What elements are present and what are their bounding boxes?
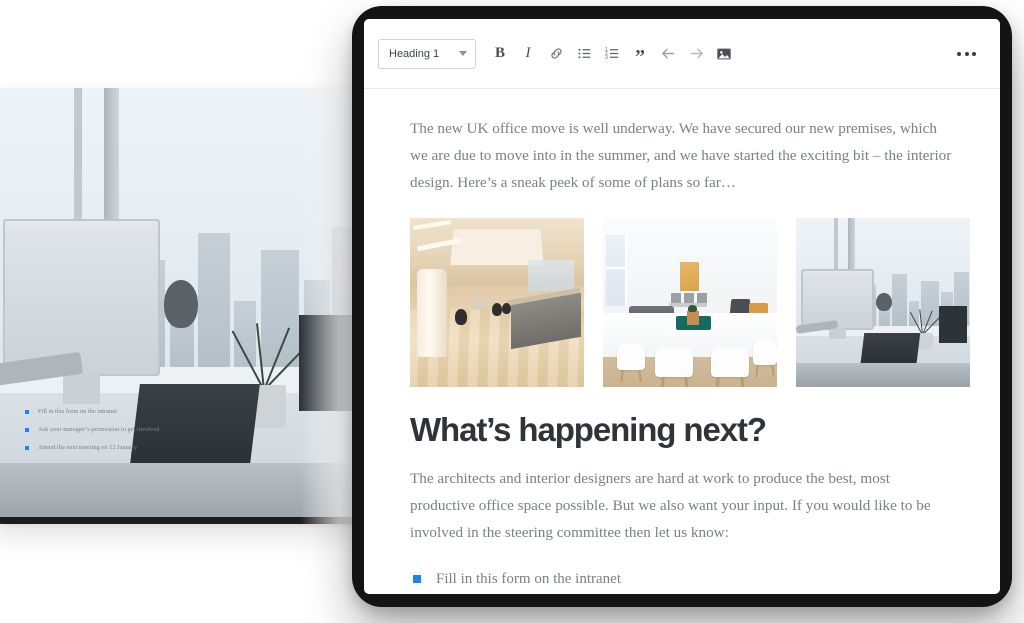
bold-button[interactable]: B bbox=[486, 39, 514, 69]
doc-body-paragraph: The architects and interior designers ar… bbox=[410, 470, 931, 542]
doc-section-heading: What’s happening next? bbox=[410, 411, 767, 449]
editor-canvas[interactable]: The new UK office move is well underway.… bbox=[364, 89, 1000, 594]
doc-bullet-list: Fill in this form on the intranet Ask yo… bbox=[410, 568, 954, 594]
doc-intro-paragraph: The new UK office move is well underway.… bbox=[410, 120, 952, 192]
undo-button[interactable] bbox=[654, 39, 682, 69]
blockquote-button[interactable]: ” bbox=[626, 39, 654, 69]
bullet-list-button[interactable] bbox=[570, 39, 598, 69]
insert-image-button[interactable] bbox=[710, 39, 738, 69]
bg-image-desk bbox=[0, 88, 366, 524]
numbered-list-button[interactable]: 1 2 3 bbox=[598, 39, 626, 69]
doc-image-lobby[interactable] bbox=[410, 218, 584, 388]
link-button[interactable] bbox=[542, 39, 570, 69]
bg-bullet-list: Fill in this form on the intranet Ask yo… bbox=[24, 408, 352, 453]
list-item[interactable]: Fill in this form on the intranet bbox=[410, 568, 954, 591]
editor-screen: Heading 1 B I 1 2 3 ” The new UK office … bbox=[364, 19, 1000, 594]
background-intranet-window: ink People & Places ▾ What's New ▾ Contr… bbox=[0, 88, 366, 524]
list-item: Attend the next meeting on 12 January bbox=[24, 444, 352, 453]
list-item: Ask your manager’s permission to get inv… bbox=[24, 426, 352, 435]
doc-image-meeting-room[interactable] bbox=[603, 218, 777, 388]
italic-button[interactable]: I bbox=[514, 39, 542, 69]
bg-image-row bbox=[0, 88, 366, 524]
formatting-tools: B I 1 2 3 ” bbox=[486, 39, 738, 69]
more-options-icon[interactable] bbox=[957, 51, 976, 56]
tablet-device-frame: Heading 1 B I 1 2 3 ” The new UK office … bbox=[352, 6, 1012, 607]
doc-image-row bbox=[410, 218, 970, 388]
svg-text:3: 3 bbox=[605, 55, 608, 61]
paragraph-style-value: Heading 1 bbox=[389, 47, 440, 60]
bg-article-body: The new UK office move is well underway.… bbox=[0, 88, 366, 524]
paragraph-style-dropdown[interactable]: Heading 1 bbox=[378, 38, 476, 69]
doc-image-desk[interactable] bbox=[796, 218, 970, 388]
editor-toolbar: Heading 1 B I 1 2 3 ” bbox=[364, 19, 1000, 89]
list-item: Fill in this form on the intranet bbox=[24, 408, 352, 417]
chevron-down-icon bbox=[459, 51, 467, 56]
redo-button[interactable] bbox=[682, 39, 710, 69]
